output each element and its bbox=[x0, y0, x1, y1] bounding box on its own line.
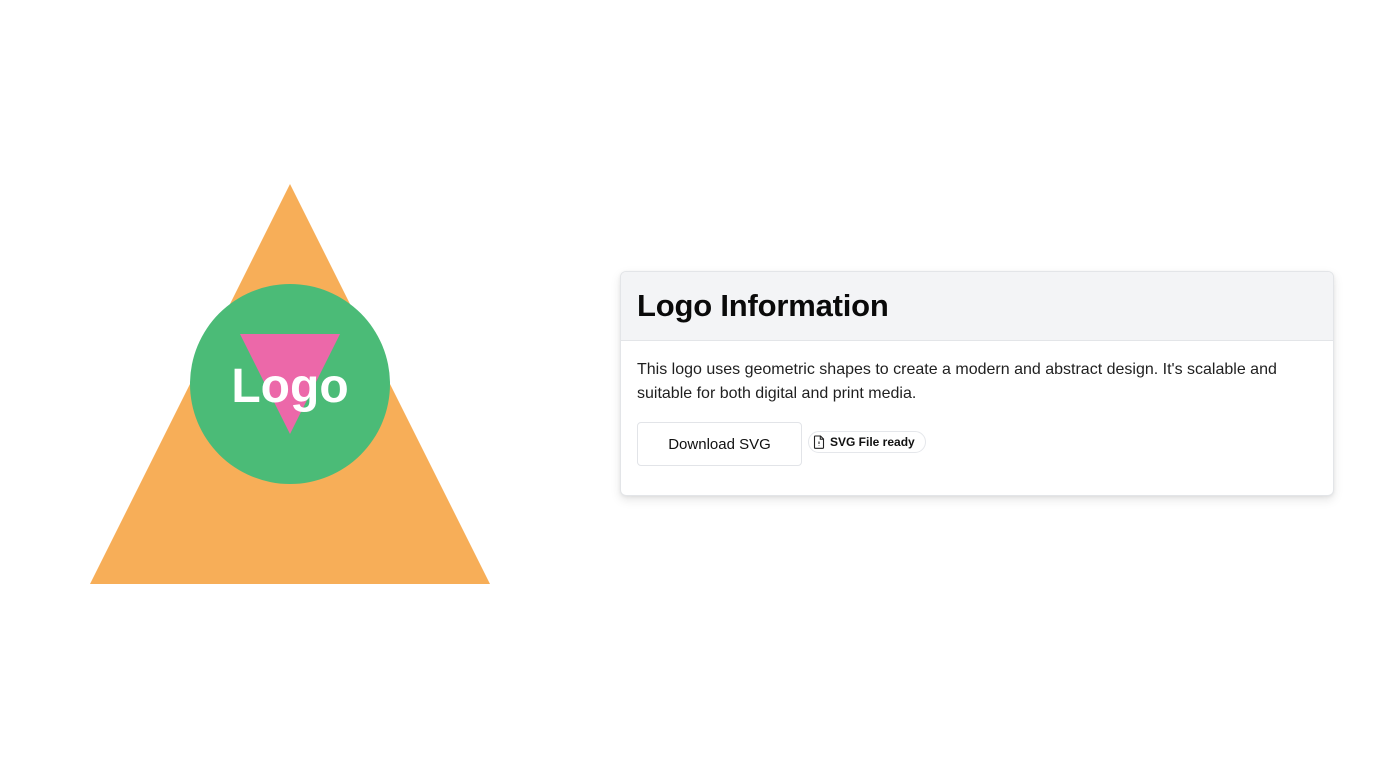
svg-ready-badge: SVG File ready bbox=[808, 431, 926, 453]
card-description: This logo uses geometric shapes to creat… bbox=[637, 361, 1277, 402]
card-actions: Download SVG SVG File ready bbox=[637, 422, 1317, 466]
card-body: This logo uses geometric shapes to creat… bbox=[621, 341, 1333, 466]
card-header: Logo Information bbox=[621, 272, 1333, 341]
download-svg-button[interactable]: Download SVG bbox=[637, 422, 802, 466]
card-title: Logo Information bbox=[637, 288, 889, 323]
file-icon bbox=[813, 435, 825, 449]
badge-label: SVG File ready bbox=[830, 435, 915, 449]
logo-info-card: Logo Information This logo uses geometri… bbox=[620, 271, 1334, 496]
logo-text: Logo bbox=[231, 360, 348, 413]
logo-svg: Logo bbox=[90, 184, 490, 584]
logo-graphic: Logo bbox=[90, 184, 490, 584]
